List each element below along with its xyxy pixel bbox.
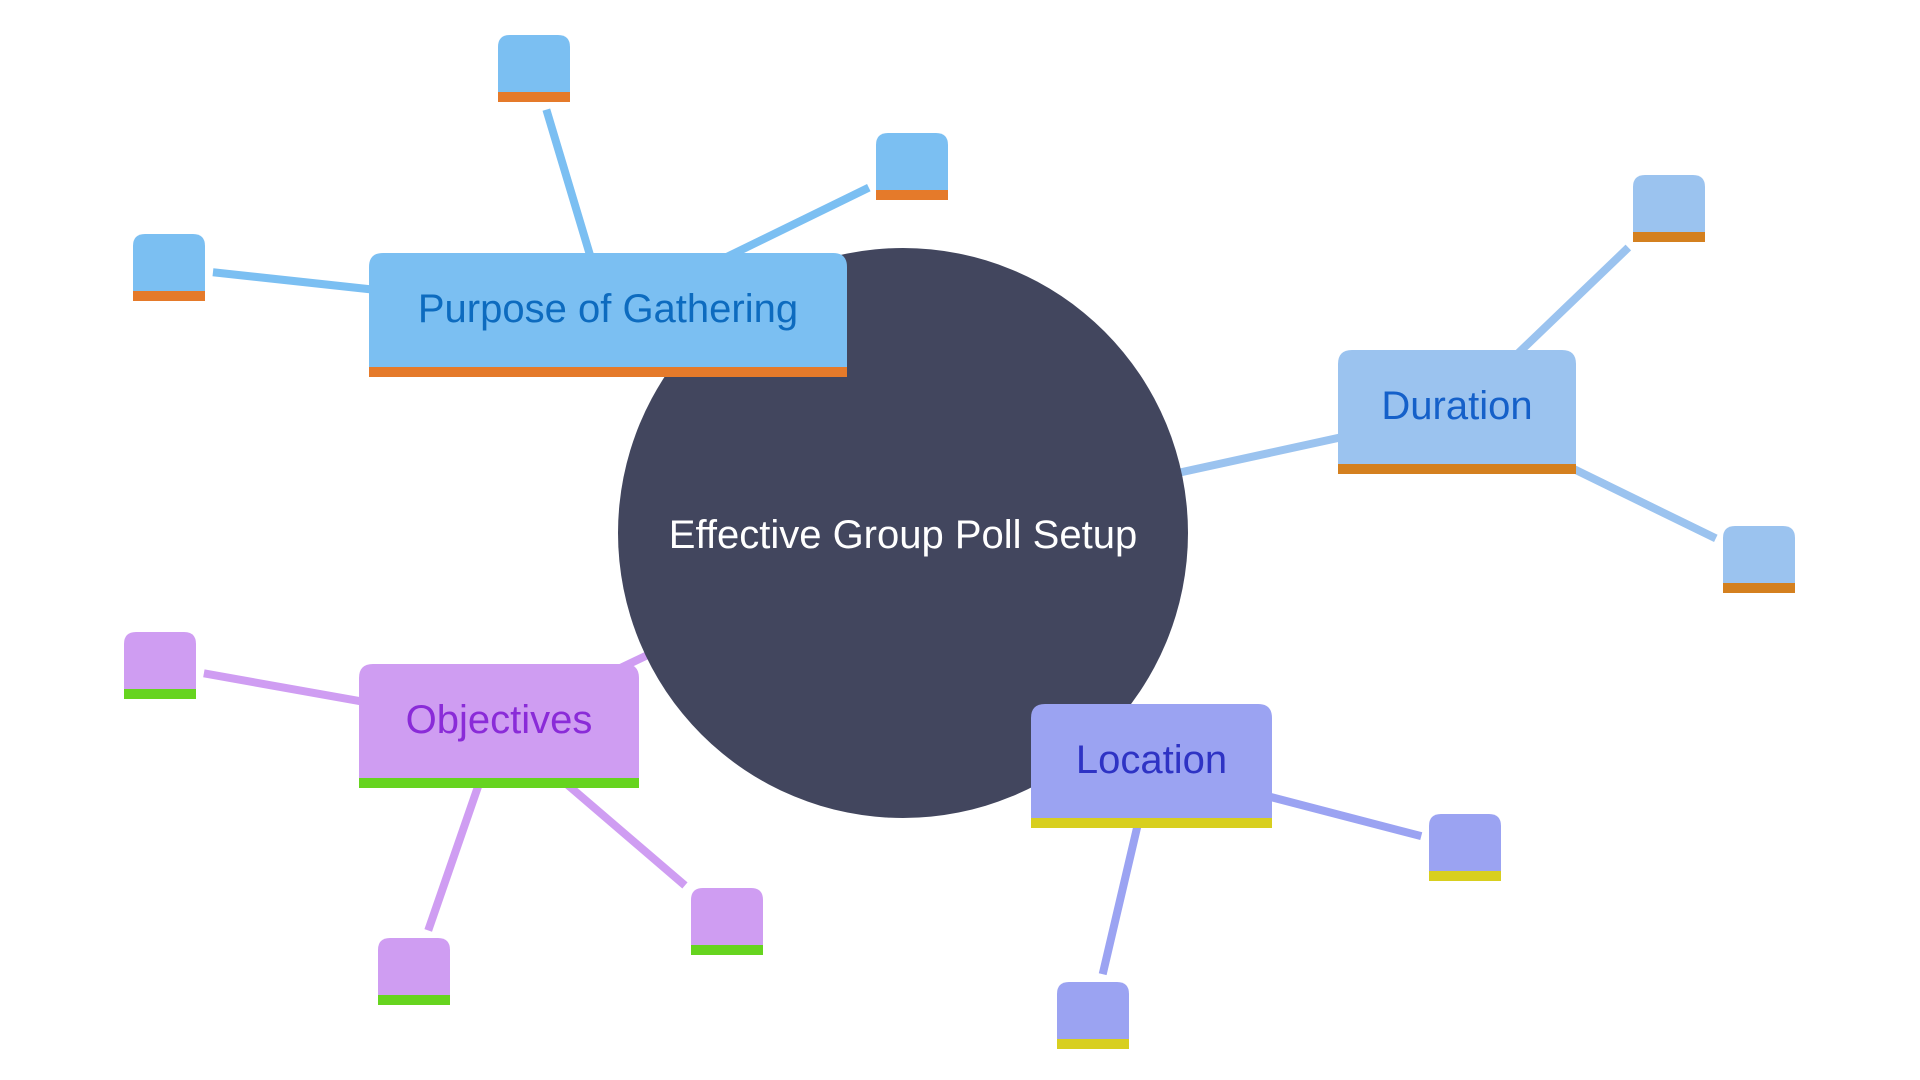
- leaf-body: [876, 133, 948, 200]
- location-leaf-node[interactable]: [1429, 814, 1501, 881]
- branch-node-purpose[interactable]: Purpose of Gathering: [369, 253, 847, 377]
- duration-leaf-node[interactable]: [1633, 175, 1705, 242]
- purpose-leaf-node[interactable]: [876, 133, 948, 200]
- root-label: Effective Group Poll Setup: [669, 513, 1137, 557]
- leaf-underline: [133, 291, 205, 301]
- branch-underline: [369, 367, 847, 377]
- leaf-underline: [1723, 583, 1795, 593]
- leaf-body: [378, 938, 450, 1005]
- leaf-body: [124, 632, 196, 699]
- leaf-underline: [691, 945, 763, 955]
- leaf-underline: [1429, 871, 1501, 881]
- purpose-leaf-node[interactable]: [498, 35, 570, 102]
- mindmap-canvas: Purpose of Gathering Duration Location Obje…: [124, 35, 1795, 1049]
- leaf-body: [1057, 982, 1129, 1049]
- leaf-underline: [378, 995, 450, 1005]
- branch-underline: [1031, 818, 1272, 828]
- leaf-body: [133, 234, 205, 301]
- branch-label-objectives: Objectives: [406, 698, 593, 742]
- branch-label-duration: Duration: [1381, 384, 1532, 428]
- leaf-body: [1723, 526, 1795, 593]
- objectives-leaf-node[interactable]: [378, 938, 450, 1005]
- leaf-underline: [124, 689, 196, 699]
- objectives-leaf-node[interactable]: [691, 888, 763, 955]
- leaf-body: [1633, 175, 1705, 242]
- branch-label-purpose: Purpose of Gathering: [418, 287, 798, 331]
- branch-label-location: Location: [1076, 738, 1227, 782]
- leaf-underline: [1633, 232, 1705, 242]
- branch-node-location[interactable]: Location: [1031, 704, 1272, 828]
- leaf-underline: [498, 92, 570, 102]
- duration-leaf-node[interactable]: [1723, 526, 1795, 593]
- leaf-body: [498, 35, 570, 102]
- leaf-body: [691, 888, 763, 955]
- leaf-underline: [1057, 1039, 1129, 1049]
- leaf-underline: [876, 190, 948, 200]
- leaf-body: [1429, 814, 1501, 881]
- branch-underline: [1338, 464, 1576, 474]
- objectives-leaf-node[interactable]: [124, 632, 196, 699]
- branch-node-objectives[interactable]: Objectives: [359, 664, 639, 788]
- location-leaf-node[interactable]: [1057, 982, 1129, 1049]
- branch-underline: [359, 778, 639, 788]
- purpose-leaf-node[interactable]: [133, 234, 205, 301]
- branch-node-duration[interactable]: Duration: [1338, 350, 1576, 474]
